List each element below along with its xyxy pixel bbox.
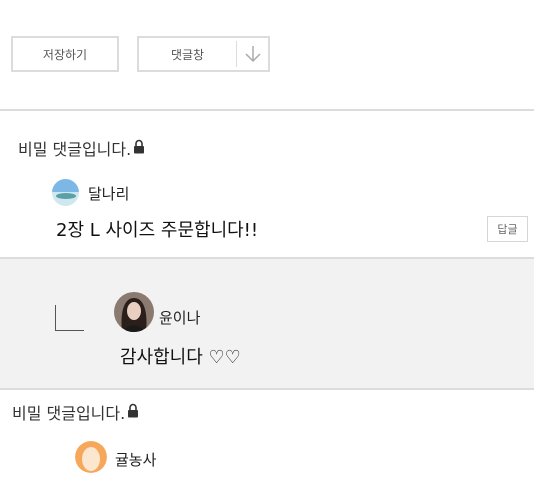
arrow-down-icon [237,44,268,64]
comments-toggle-label: 댓글창 [170,47,205,62]
secret-comment-notice: 비밀 댓글입니다. [18,136,145,160]
secret-comment-notice: 비밀 댓글입니다. [12,400,139,424]
reply-author[interactable]: 윤이나 [159,307,200,328]
save-button[interactable]: 저장하기 [11,36,119,72]
comment-text: 2장 L 사이즈 주문합니다!! [56,220,259,241]
reply-text: 감사합니다 ♡♡ [120,347,241,368]
secret-comment-label: 비밀 댓글입니다. [18,140,132,159]
avatar[interactable] [114,292,154,332]
reply-indicator [55,305,84,331]
comment-author[interactable]: 귤농사 [115,449,156,470]
reply-button[interactable]: 답글 [487,216,528,242]
divider [0,109,534,111]
lock-icon [127,403,139,422]
secret-comment-label: 비밀 댓글입니다. [12,404,126,423]
divider [0,388,534,390]
reply-section: 윤이나 감사합니다 ♡♡ [0,259,534,388]
comments-toggle-button[interactable]: 댓글창 [137,36,270,72]
avatar[interactable] [52,179,79,206]
save-button-label: 저장하기 [42,47,88,62]
comment-author[interactable]: 달나리 [88,183,129,204]
lock-icon [133,139,145,158]
avatar[interactable] [75,441,107,473]
reply-button-label: 답글 [497,223,518,236]
